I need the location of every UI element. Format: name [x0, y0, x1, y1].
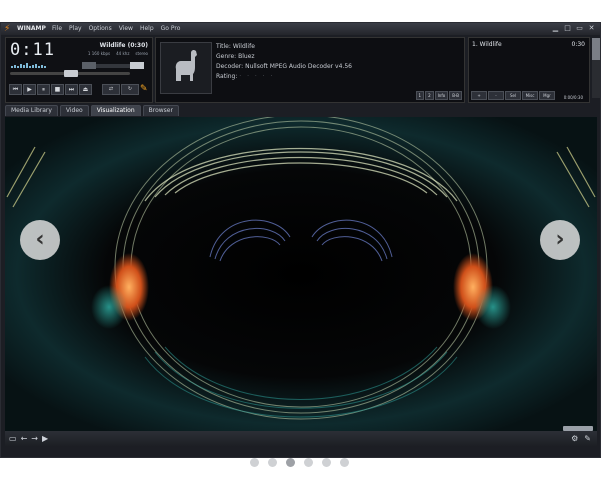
info-panel: Title: Wildlife Genre: Bluez Decoder: Nu…	[155, 37, 465, 103]
menu-play[interactable]: Play	[69, 23, 82, 35]
play-icon[interactable]: ▶	[23, 84, 36, 95]
tab-visualization[interactable]: Visualization	[90, 105, 141, 116]
khz-readout: 44 khz	[116, 51, 130, 56]
playlist-scrollbar[interactable]	[592, 38, 600, 98]
playlist-remove-button[interactable]: -	[488, 91, 504, 100]
genre-label: Genre:	[216, 53, 237, 60]
stream-info: 1 160 kbps 44 khz stereo	[88, 51, 148, 56]
playlist-manage-button[interactable]: Mgr	[539, 91, 555, 100]
menu-file[interactable]: File	[52, 23, 62, 35]
volume-knob[interactable]	[130, 62, 144, 69]
shuffle-button[interactable]: ⇄	[102, 84, 120, 95]
title-label: Title:	[216, 43, 231, 50]
balance-button[interactable]	[82, 62, 96, 69]
visualization-canvas[interactable]	[5, 117, 597, 431]
track-metadata: Title: Wildlife Genre: Bluez Decoder: Nu…	[216, 42, 352, 82]
carousel-dots	[250, 458, 349, 467]
channels-readout: stereo	[135, 51, 148, 56]
info-button-2[interactable]: 2	[425, 91, 434, 100]
playlist-misc-button[interactable]: Misc	[522, 91, 538, 100]
carousel-dot[interactable]	[250, 458, 259, 467]
minimize-icon[interactable]: ▁	[551, 24, 560, 33]
playlist-item[interactable]: 1. Wildlife	[472, 41, 502, 48]
winamp-logo-icon: ⚡	[4, 24, 11, 34]
forward-icon[interactable]: →	[31, 434, 38, 443]
info-button-info[interactable]: Info	[434, 91, 449, 100]
pause-icon[interactable]: ⏸	[37, 84, 50, 95]
genre-value: Bluez	[238, 53, 255, 60]
previous-icon[interactable]: ⏮	[9, 84, 22, 95]
carousel-dot-active[interactable]	[286, 458, 295, 467]
player-panel: 0:11 Wildlife (0:30) 1 160 kbps 44 khz s…	[5, 37, 153, 103]
track-title: Wildlife (0:30)	[99, 42, 148, 49]
stop-icon[interactable]: ■	[51, 84, 64, 95]
carousel-dot[interactable]	[322, 458, 331, 467]
maximize-icon[interactable]: □	[563, 24, 572, 33]
info-buttons: 1 2 Info B-B	[415, 91, 462, 100]
winamp-window: ⚡ WINAMP File Play Options View Help Go …	[0, 22, 601, 458]
close-icon[interactable]: ✕	[587, 24, 596, 33]
menu-help[interactable]: Help	[140, 23, 154, 35]
seek-knob[interactable]	[64, 70, 78, 77]
app-name: WINAMP	[17, 25, 46, 32]
menu-go-pro[interactable]: Go Pro	[161, 23, 181, 35]
playlist-select-button[interactable]: Sel	[505, 91, 521, 100]
tools-icon[interactable]: ✎	[584, 434, 591, 443]
repeat-button[interactable]: ↻	[121, 84, 139, 95]
playlist-buttons: + - Sel Misc Mgr	[471, 91, 555, 100]
eject-icon[interactable]: ⏏	[79, 84, 92, 95]
next-icon[interactable]: ⏭	[65, 84, 78, 95]
llama-logo-icon	[161, 43, 211, 93]
bottom-left-tools: ▭ ← → ▶	[9, 434, 48, 443]
volume-slider[interactable]	[82, 62, 144, 69]
settings-icon[interactable]: ⚙	[571, 434, 578, 443]
resize-handle[interactable]	[563, 426, 593, 431]
carousel-next-button[interactable]: ›	[540, 220, 580, 260]
bottom-toolbar: ▭ ← → ▶ ⚙ ✎	[5, 431, 597, 447]
mode-controls: ⇄ ↻	[102, 84, 139, 95]
pencil-icon[interactable]: ✎	[140, 84, 148, 94]
seek-bar[interactable]	[10, 70, 130, 77]
decoder-label: Decoder:	[216, 63, 244, 70]
menu-view[interactable]: View	[119, 23, 133, 35]
playlist-add-button[interactable]: +	[471, 91, 487, 100]
carousel-prev-button[interactable]: ‹	[20, 220, 60, 260]
playlist-panel: 1. Wildlife 0:30 + - Sel Misc Mgr 0:00/0…	[468, 37, 600, 103]
kbps-readout: 1 160 kbps	[87, 51, 111, 56]
title-value: Wildlife	[232, 43, 255, 50]
window-controls: ▁ □ ▭ ✕	[551, 24, 596, 33]
library-tabs: Media Library Video Visualization Browse…	[5, 105, 179, 116]
playlist-item-duration: 0:30	[571, 41, 585, 48]
rating-label: Rating:	[216, 73, 238, 80]
spectrum-analyzer[interactable]	[11, 62, 51, 68]
carousel-dot[interactable]	[268, 458, 277, 467]
tab-media-library[interactable]: Media Library	[5, 105, 58, 116]
info-button-bb[interactable]: B-B	[449, 91, 462, 100]
menu-bar: File Play Options View Help Go Pro	[52, 23, 180, 35]
title-bar: ⚡ WINAMP File Play Options View Help Go …	[1, 23, 600, 35]
back-icon[interactable]: ←	[21, 434, 28, 443]
decoder-value: Nullsoft MPEG Audio Decoder v4.56	[245, 63, 352, 70]
tab-video[interactable]: Video	[59, 105, 89, 116]
elapsed-time[interactable]: 0:11	[10, 40, 55, 60]
info-button-1[interactable]: 1	[415, 91, 425, 100]
visualization-graphic	[5, 117, 597, 431]
options-icon[interactable]: ▶	[42, 434, 48, 443]
menu-options[interactable]: Options	[89, 23, 112, 35]
playback-controls: ⏮ ▶ ⏸ ■ ⏭ ⏏	[9, 84, 92, 95]
playlist-time: 0:00/0:30	[563, 95, 583, 100]
tab-browser[interactable]: Browser	[142, 105, 179, 116]
restore-icon[interactable]: ▭	[575, 24, 584, 33]
carousel-dot[interactable]	[340, 458, 349, 467]
carousel-dot[interactable]	[304, 458, 313, 467]
screen-icon[interactable]: ▭	[9, 434, 17, 443]
rating-stars[interactable]: · · · · ·	[239, 73, 274, 80]
bottom-right-tools: ⚙ ✎	[571, 434, 591, 443]
album-art	[160, 42, 212, 94]
